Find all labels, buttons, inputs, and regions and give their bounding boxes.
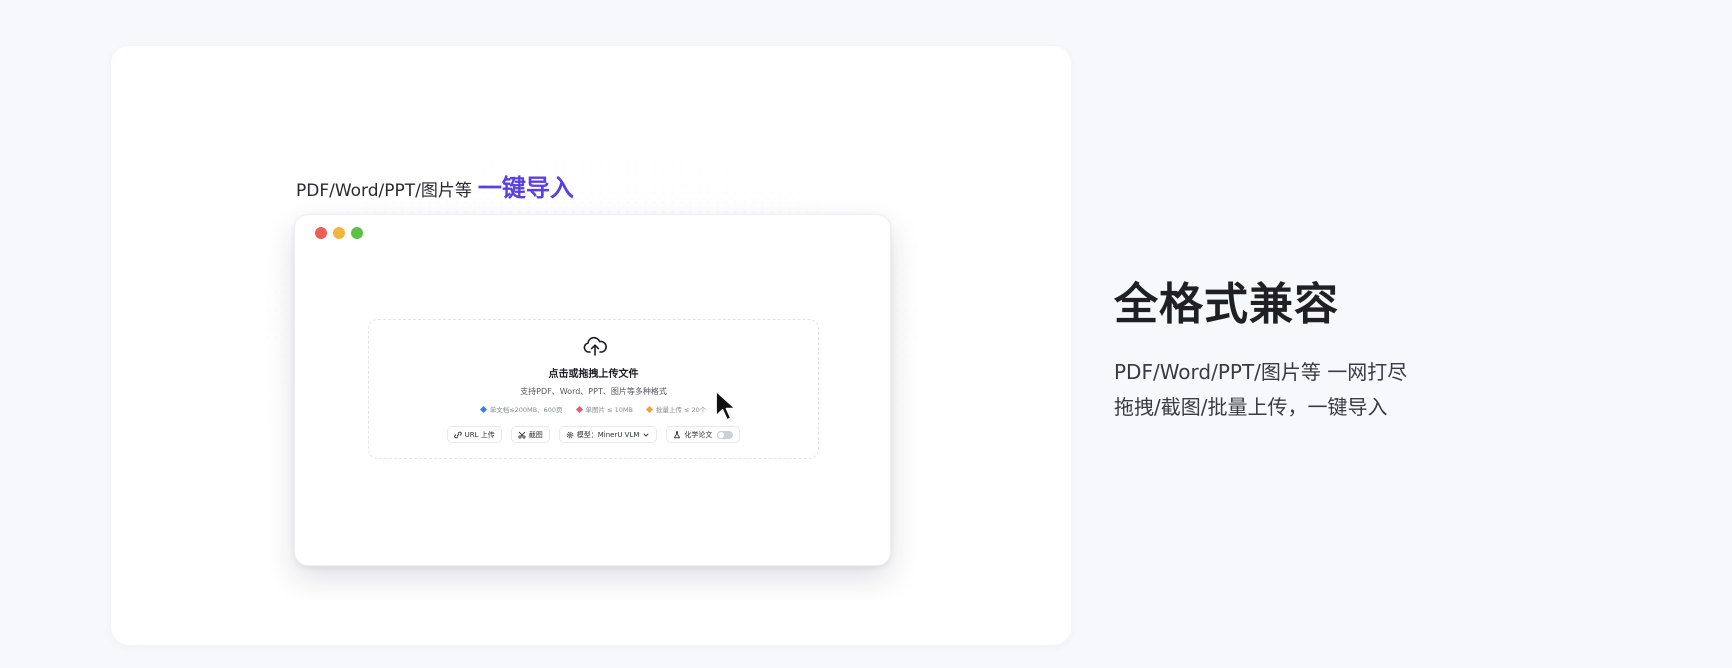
blue-diamond-icon bbox=[479, 405, 487, 413]
mouse-pointer-icon bbox=[715, 390, 737, 421]
headline-lead: PDF/Word/PPT/图片等 bbox=[296, 181, 472, 201]
chevron-down-icon bbox=[643, 433, 649, 437]
flask-icon bbox=[674, 430, 681, 438]
feature-card: PDF/Word/PPT/图片等 一键导入 点击或拖拽上传文件 支持PDF、Wo… bbox=[111, 46, 1071, 645]
limit-image-text: 单图片 ≤ 10MB bbox=[585, 406, 633, 414]
chem-paper-label: 化学论文 bbox=[684, 430, 713, 439]
screenshot-label: 截图 bbox=[528, 430, 543, 439]
upload-dropzone[interactable]: 点击或拖拽上传文件 支持PDF、Word、PPT、图片等多种格式 单文档≤200… bbox=[368, 319, 819, 459]
card-headline: PDF/Word/PPT/图片等 一键导入 bbox=[296, 168, 574, 203]
feature-title: 全格式兼容 bbox=[1114, 279, 1339, 330]
gear-icon bbox=[566, 431, 574, 438]
limit-item-image: 单图片 ≤ 10MB bbox=[575, 404, 633, 414]
limit-document-text: 单文档≤200MB、600页 bbox=[489, 406, 563, 414]
close-window-button[interactable] bbox=[315, 227, 327, 239]
app-window-mockup: 点击或拖拽上传文件 支持PDF、Word、PPT、图片等多种格式 单文档≤200… bbox=[294, 214, 891, 566]
minimize-window-button[interactable] bbox=[333, 227, 345, 239]
feature-description-line-2: 拖拽/截图/批量上传，一键导入 bbox=[1114, 395, 1388, 419]
chem-paper-toggle-control[interactable]: 化学论文 bbox=[666, 426, 741, 443]
limit-item-batch: 批量上传 ≤ 20个 bbox=[645, 404, 707, 414]
upload-limits: 单文档≤200MB、600页 单图片 ≤ 10MB 批量上传 ≤ 20个 bbox=[369, 404, 818, 414]
url-upload-button[interactable]: URL 上传 bbox=[446, 426, 502, 443]
orange-diamond-icon bbox=[645, 405, 653, 413]
screenshot-button[interactable]: 截图 bbox=[510, 426, 550, 443]
dropzone-title: 点击或拖拽上传文件 bbox=[548, 369, 639, 380]
limit-batch-text: 批量上传 ≤ 20个 bbox=[655, 406, 707, 414]
scissors-icon bbox=[518, 431, 526, 439]
model-select[interactable]: 模型：MinerU VLM bbox=[558, 426, 658, 443]
model-select-label: 模型：MinerU VLM bbox=[576, 430, 640, 439]
cloud-upload-icon bbox=[583, 336, 607, 356]
limit-item-document: 单文档≤200MB、600页 bbox=[479, 404, 563, 414]
feature-description-line-1: PDF/Word/PPT/图片等 一网打尽 bbox=[1114, 360, 1408, 384]
url-upload-label: URL 上传 bbox=[464, 430, 495, 439]
headline-accent: 一键导入 bbox=[477, 174, 574, 202]
maximize-window-button[interactable] bbox=[351, 227, 363, 239]
chem-paper-toggle[interactable] bbox=[717, 430, 734, 439]
window-traffic-lights bbox=[315, 227, 363, 239]
dropzone-controls: URL 上传 截图 模型：MinerU VLM 化学论文 bbox=[369, 426, 818, 443]
dropzone-subtitle: 支持PDF、Word、PPT、图片等多种格式 bbox=[520, 387, 667, 396]
pink-diamond-icon bbox=[575, 405, 583, 413]
link-icon bbox=[453, 431, 462, 438]
